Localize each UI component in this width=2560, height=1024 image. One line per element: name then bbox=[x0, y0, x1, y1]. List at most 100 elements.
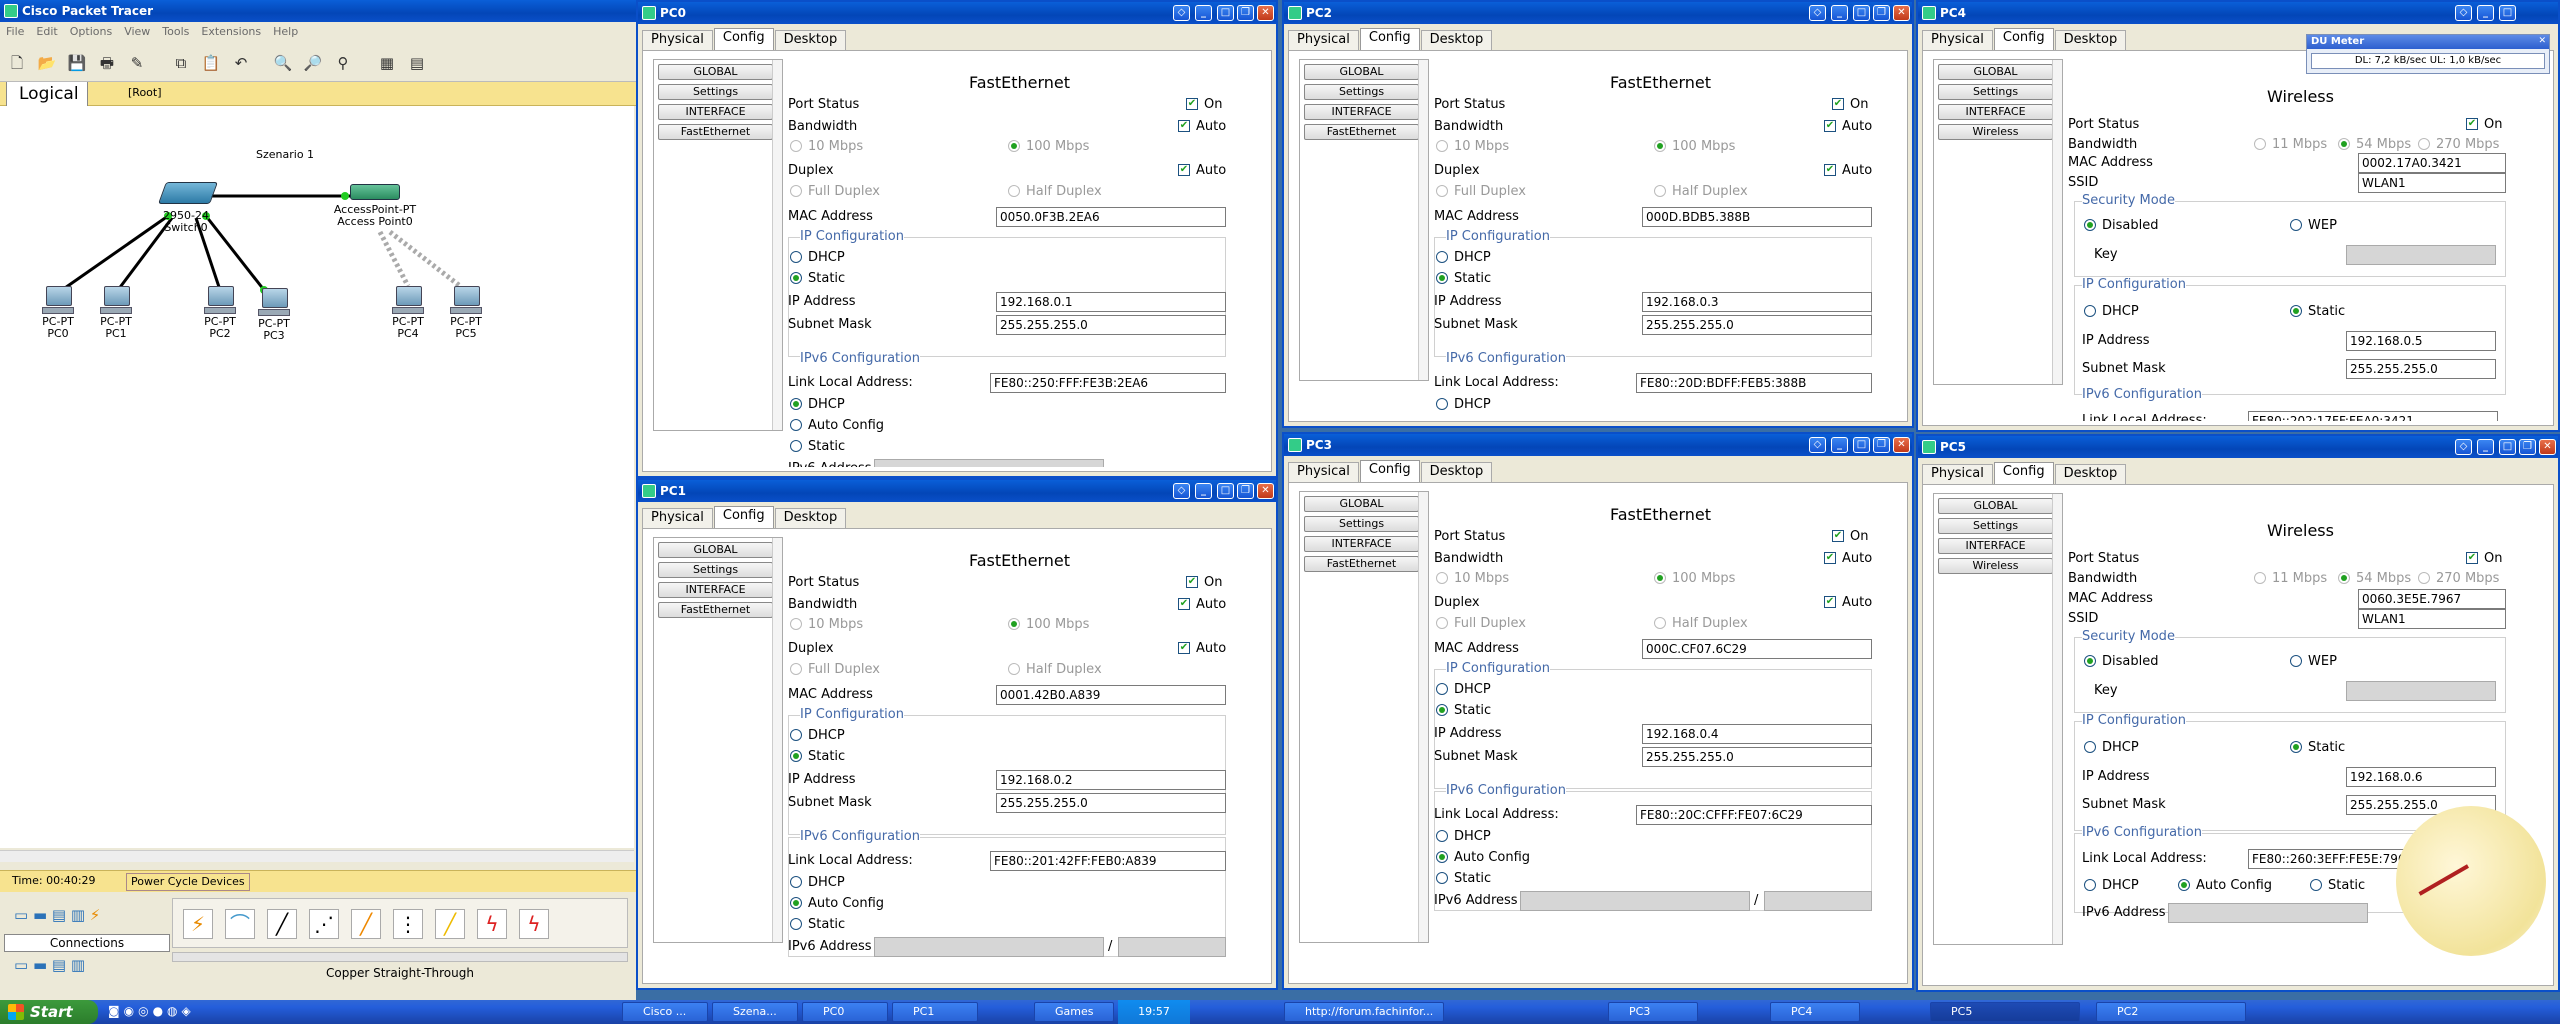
task-pc4[interactable]: PC4 bbox=[1770, 1002, 1860, 1022]
pc1-node[interactable]: PC-PT PC1 bbox=[94, 286, 138, 340]
auto-connection-icon[interactable]: ⚡ bbox=[183, 909, 213, 939]
duplex-auto-checkbox[interactable]: ✔ bbox=[1178, 642, 1190, 654]
bw-270-radio[interactable] bbox=[2418, 138, 2430, 150]
save-icon[interactable]: 💾 bbox=[66, 53, 88, 73]
ssid-field[interactable]: WLAN1 bbox=[2358, 173, 2506, 193]
full-duplex-radio[interactable] bbox=[790, 663, 802, 675]
sidebar-scrollbar[interactable] bbox=[772, 60, 782, 430]
task-pc1[interactable]: PC1 bbox=[892, 1002, 978, 1022]
pc3-node[interactable]: PC-PT PC3 bbox=[252, 288, 296, 342]
zoom-reset-icon[interactable]: 🔎 bbox=[302, 53, 324, 73]
bw-100-radio[interactable] bbox=[1008, 140, 1020, 152]
menu-tools[interactable]: Tools bbox=[156, 22, 195, 41]
minimize-button[interactable]: _ bbox=[1831, 437, 1848, 453]
task-cisco[interactable]: Cisco ... bbox=[622, 1002, 708, 1022]
maximize-button[interactable]: □ bbox=[1853, 437, 1870, 453]
tab-physical[interactable]: Physical bbox=[1288, 462, 1359, 482]
du-meter-widget[interactable]: DU Meter ✕ DL: 7,2 kB/sec UL: 1,0 kB/sec bbox=[2306, 34, 2550, 74]
ipv6-autoconfig-radio[interactable] bbox=[790, 419, 802, 431]
bandwidth-auto-checkbox[interactable]: ✔ bbox=[1178, 120, 1190, 132]
crossover-icon[interactable]: ⋰ bbox=[309, 909, 339, 939]
ip-field[interactable]: 192.168.0.1 bbox=[996, 292, 1226, 312]
tab-desktop[interactable]: Desktop bbox=[1420, 462, 1493, 482]
ipv6-static-radio[interactable] bbox=[1436, 872, 1448, 884]
bw-100-radio[interactable] bbox=[1654, 140, 1666, 152]
task-pc5[interactable]: PC5 bbox=[1930, 1002, 2080, 1022]
duplex-auto-checkbox[interactable]: ✔ bbox=[1178, 164, 1190, 176]
static-radio[interactable] bbox=[1436, 704, 1448, 716]
restore-button[interactable]: ❐ bbox=[1237, 5, 1254, 21]
switch0-node[interactable]: 2950-24 Switch0 bbox=[150, 182, 222, 234]
tab-config[interactable]: Config bbox=[1359, 28, 1420, 50]
bandwidth-auto-checkbox[interactable]: ✔ bbox=[1178, 598, 1190, 610]
power-cycle-button[interactable]: Power Cycle Devices bbox=[126, 873, 250, 891]
key-field[interactable] bbox=[2346, 245, 2496, 265]
pc3-title-bar[interactable]: PC3 ◇ _ □ ❐ ✕ bbox=[1284, 434, 1912, 456]
minimize-button[interactable]: _ bbox=[1831, 5, 1848, 21]
bw-54-radio[interactable] bbox=[2338, 572, 2350, 584]
lla-field[interactable]: FE80::20D:BDFF:FEB5:388B bbox=[1636, 373, 1872, 393]
dhcp-radio[interactable] bbox=[2084, 741, 2096, 753]
lla-field[interactable]: FE80::20C:CFFF:FE07:6C29 bbox=[1636, 805, 1872, 825]
mac-field[interactable]: 0002.17A0.3421 bbox=[2358, 153, 2506, 173]
tab-physical[interactable]: Physical bbox=[1288, 30, 1359, 50]
pc4-node[interactable]: PC-PT PC4 bbox=[386, 286, 430, 340]
root-breadcrumb[interactable]: [Root] bbox=[128, 86, 162, 99]
pc2-title-bar[interactable]: PC2 ◇ _ □ ❐ ✕ bbox=[1284, 2, 1912, 24]
restore-button[interactable]: ❐ bbox=[2519, 439, 2536, 455]
lla-field[interactable]: FE80::201:42FF:FEB0:A839 bbox=[990, 851, 1226, 871]
tab-physical[interactable]: Physical bbox=[642, 508, 713, 528]
quick-launch-icons[interactable]: ◙◉◎●◍◈ bbox=[108, 1004, 195, 1018]
tab-config[interactable]: Config bbox=[713, 28, 774, 50]
sidebar-item-settings[interactable]: Settings bbox=[658, 562, 773, 578]
bw-11-radio[interactable] bbox=[2254, 138, 2266, 150]
sidebar-item-interface[interactable]: INTERFACE bbox=[658, 104, 773, 120]
cable-scrollbar[interactable] bbox=[172, 952, 628, 962]
ipv6-autoconfig-radio[interactable] bbox=[790, 897, 802, 909]
pc5-node[interactable]: PC-PT PC5 bbox=[444, 286, 488, 340]
half-duplex-radio[interactable] bbox=[1654, 617, 1666, 629]
sidebar-item-global[interactable]: GLOBAL bbox=[658, 64, 773, 80]
sidebar-item-interface[interactable]: INTERFACE bbox=[1938, 104, 2053, 120]
zoom-out-icon[interactable]: ⚲ bbox=[332, 53, 354, 73]
dhcp-radio[interactable] bbox=[2084, 305, 2096, 317]
sidebar-item-interface[interactable]: INTERFACE bbox=[1938, 538, 2053, 554]
bw-10-radio[interactable] bbox=[1436, 140, 1448, 152]
ipv6-autoconfig-radio[interactable] bbox=[2178, 879, 2190, 891]
port-status-checkbox[interactable]: ✔ bbox=[2466, 552, 2478, 564]
paste-icon[interactable]: 📋 bbox=[200, 53, 222, 73]
ipv6-static-radio[interactable] bbox=[2310, 879, 2322, 891]
tab-desktop[interactable]: Desktop bbox=[774, 30, 847, 50]
sidebar-item-settings[interactable]: Settings bbox=[658, 84, 773, 100]
restore-button[interactable]: ❐ bbox=[1873, 5, 1890, 21]
bw-270-radio[interactable] bbox=[2418, 572, 2430, 584]
restore-tool-icon[interactable]: ◇ bbox=[1809, 5, 1826, 21]
sidebar-item-settings[interactable]: Settings bbox=[1938, 518, 2053, 534]
ipv6-static-radio[interactable] bbox=[790, 918, 802, 930]
sidebar-item-global[interactable]: GLOBAL bbox=[1304, 496, 1419, 512]
minimize-button[interactable]: _ bbox=[1195, 5, 1212, 21]
tab-physical[interactable]: Physical bbox=[1922, 464, 1993, 484]
static-radio[interactable] bbox=[1436, 272, 1448, 284]
ipv6-address-field[interactable] bbox=[874, 459, 1104, 467]
sidebar-item-fastethernet[interactable]: FastEthernet bbox=[1304, 556, 1419, 572]
restore-button[interactable]: ❐ bbox=[1873, 437, 1890, 453]
mask-field[interactable]: 255.255.255.0 bbox=[1642, 747, 1872, 767]
task-browser[interactable]: http://forum.fachinfor... bbox=[1284, 1002, 1444, 1022]
ipv6-address-field[interactable] bbox=[2168, 903, 2368, 923]
task-games[interactable]: Games bbox=[1034, 1002, 1114, 1022]
half-duplex-radio[interactable] bbox=[1008, 185, 1020, 197]
bw-54-radio[interactable] bbox=[2338, 138, 2350, 150]
pc2-node[interactable]: PC-PT PC2 bbox=[198, 286, 242, 340]
bw-10-radio[interactable] bbox=[790, 140, 802, 152]
straight-through-icon[interactable]: ╱ bbox=[267, 909, 297, 939]
restore-tool-icon[interactable]: ◇ bbox=[2455, 439, 2472, 455]
pc4-title-bar[interactable]: PC4 ◇ _ □ bbox=[1918, 2, 2558, 24]
bandwidth-auto-checkbox[interactable]: ✔ bbox=[1824, 120, 1836, 132]
mac-field[interactable]: 0001.42B0.A839 bbox=[996, 685, 1226, 705]
zoom-in-icon[interactable]: 🔍 bbox=[272, 53, 294, 73]
close-button[interactable]: ✕ bbox=[1257, 483, 1274, 499]
open-icon[interactable]: 📂 bbox=[36, 53, 58, 73]
sidebar-item-fastethernet[interactable]: FastEthernet bbox=[658, 124, 773, 140]
security-disabled-radio[interactable] bbox=[2084, 655, 2096, 667]
